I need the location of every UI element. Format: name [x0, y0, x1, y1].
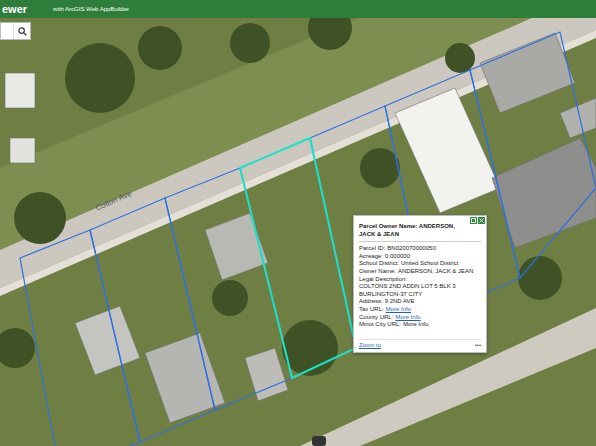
field-label: Address:: [359, 298, 383, 304]
tree: [0, 328, 35, 368]
aerial-map[interactable]: [0, 18, 596, 446]
tree: [445, 43, 475, 73]
popup-field: Owner Name:ANDERSON, JACK & JEAN: [359, 268, 481, 276]
attribution-handle[interactable]: [312, 436, 326, 446]
tree: [14, 192, 66, 244]
search-button[interactable]: [13, 23, 30, 39]
house: [492, 138, 596, 248]
field-link[interactable]: More Info: [395, 314, 420, 320]
parcel-outline[interactable]: [165, 168, 292, 410]
field-value: COLTONS 2ND ADDN LOT 5 BLK 3 BURLINGTON-…: [359, 283, 481, 298]
parcel-outline[interactable]: [90, 198, 215, 442]
parcel-popup: Parcel Owner Name: ANDERSON, JACK & JEAN…: [353, 215, 487, 353]
parcel-outline[interactable]: [20, 230, 140, 446]
search-input[interactable]: [1, 23, 13, 39]
house: [560, 98, 596, 138]
house: [75, 306, 140, 375]
field-value: More Info: [403, 321, 428, 327]
field-label: Owner Name:: [359, 268, 396, 274]
popup-controls: [470, 217, 485, 224]
app-window: ewer with ArcGIS Web AppBuilder Colton Ave…: [0, 0, 596, 446]
field-value: 0.000000: [385, 253, 410, 259]
field-label: County URL:: [359, 314, 393, 320]
popup-field: Legal Description:COLTONS 2ND ADDN LOT 5…: [359, 276, 481, 299]
more-button[interactable]: •••: [475, 342, 481, 350]
sidewalk: [0, 30, 596, 296]
tree: [308, 18, 352, 50]
popup-field: Minot City URL:More Info: [359, 321, 481, 329]
field-link[interactable]: More Info: [386, 306, 411, 312]
field-value: 9 2ND AVE: [385, 298, 415, 304]
close-icon[interactable]: [478, 217, 485, 224]
popup-field: Parcel ID:BN020070000050: [359, 245, 481, 253]
field-label: School District:: [359, 260, 399, 266]
popup-field: Acreage:0.000000: [359, 253, 481, 261]
tree: [212, 280, 248, 316]
field-value: BN020070000050: [387, 245, 435, 251]
popup-field: Tax URL:More Info: [359, 306, 481, 314]
house: [480, 33, 575, 113]
tree: [65, 43, 135, 113]
magnifier-icon: [18, 27, 27, 36]
field-label: Acreage:: [359, 253, 383, 259]
header-bar: ewer with ArcGIS Web AppBuilder: [0, 0, 596, 18]
popup-title: Parcel Owner Name: ANDERSON, JACK & JEAN: [359, 220, 481, 242]
zoom-to-link[interactable]: Zoom to: [359, 342, 381, 350]
app-subtitle: with ArcGIS Web AppBuilder: [53, 6, 129, 12]
field-value: ANDERSON, JACK & JEAN: [398, 268, 473, 274]
tree: [230, 23, 270, 63]
popup-field: Address:9 2ND AVE: [359, 298, 481, 306]
house: [245, 348, 288, 401]
house: [10, 138, 35, 163]
maximize-icon[interactable]: [470, 217, 477, 224]
app-title: ewer: [2, 3, 27, 15]
tree: [138, 26, 182, 70]
selected-parcel[interactable]: [240, 138, 356, 378]
popup-field: School District:United School District: [359, 260, 481, 268]
tree: [518, 256, 562, 300]
tree: [360, 148, 400, 188]
field-label: Minot City URL:: [359, 321, 401, 327]
field-value: United School District: [401, 260, 458, 266]
popup-body: Parcel ID:BN020070000050Acreage:0.000000…: [359, 245, 481, 329]
house: [145, 333, 225, 423]
road: [0, 18, 596, 288]
house: [395, 88, 500, 213]
field-label: Legal Description:: [359, 276, 479, 284]
parcel-outline[interactable]: [470, 32, 596, 278]
field-label: Parcel ID:: [359, 245, 385, 251]
map-view[interactable]: Colton AveParcel Owner Name: ANDERSON, J…: [0, 18, 596, 446]
popup-footer: Zoom to •••: [359, 339, 481, 350]
house: [5, 73, 35, 108]
search-widget: [0, 22, 31, 40]
popup-field: County URL:More Info: [359, 314, 481, 322]
field-label: Tax URL:: [359, 306, 384, 312]
